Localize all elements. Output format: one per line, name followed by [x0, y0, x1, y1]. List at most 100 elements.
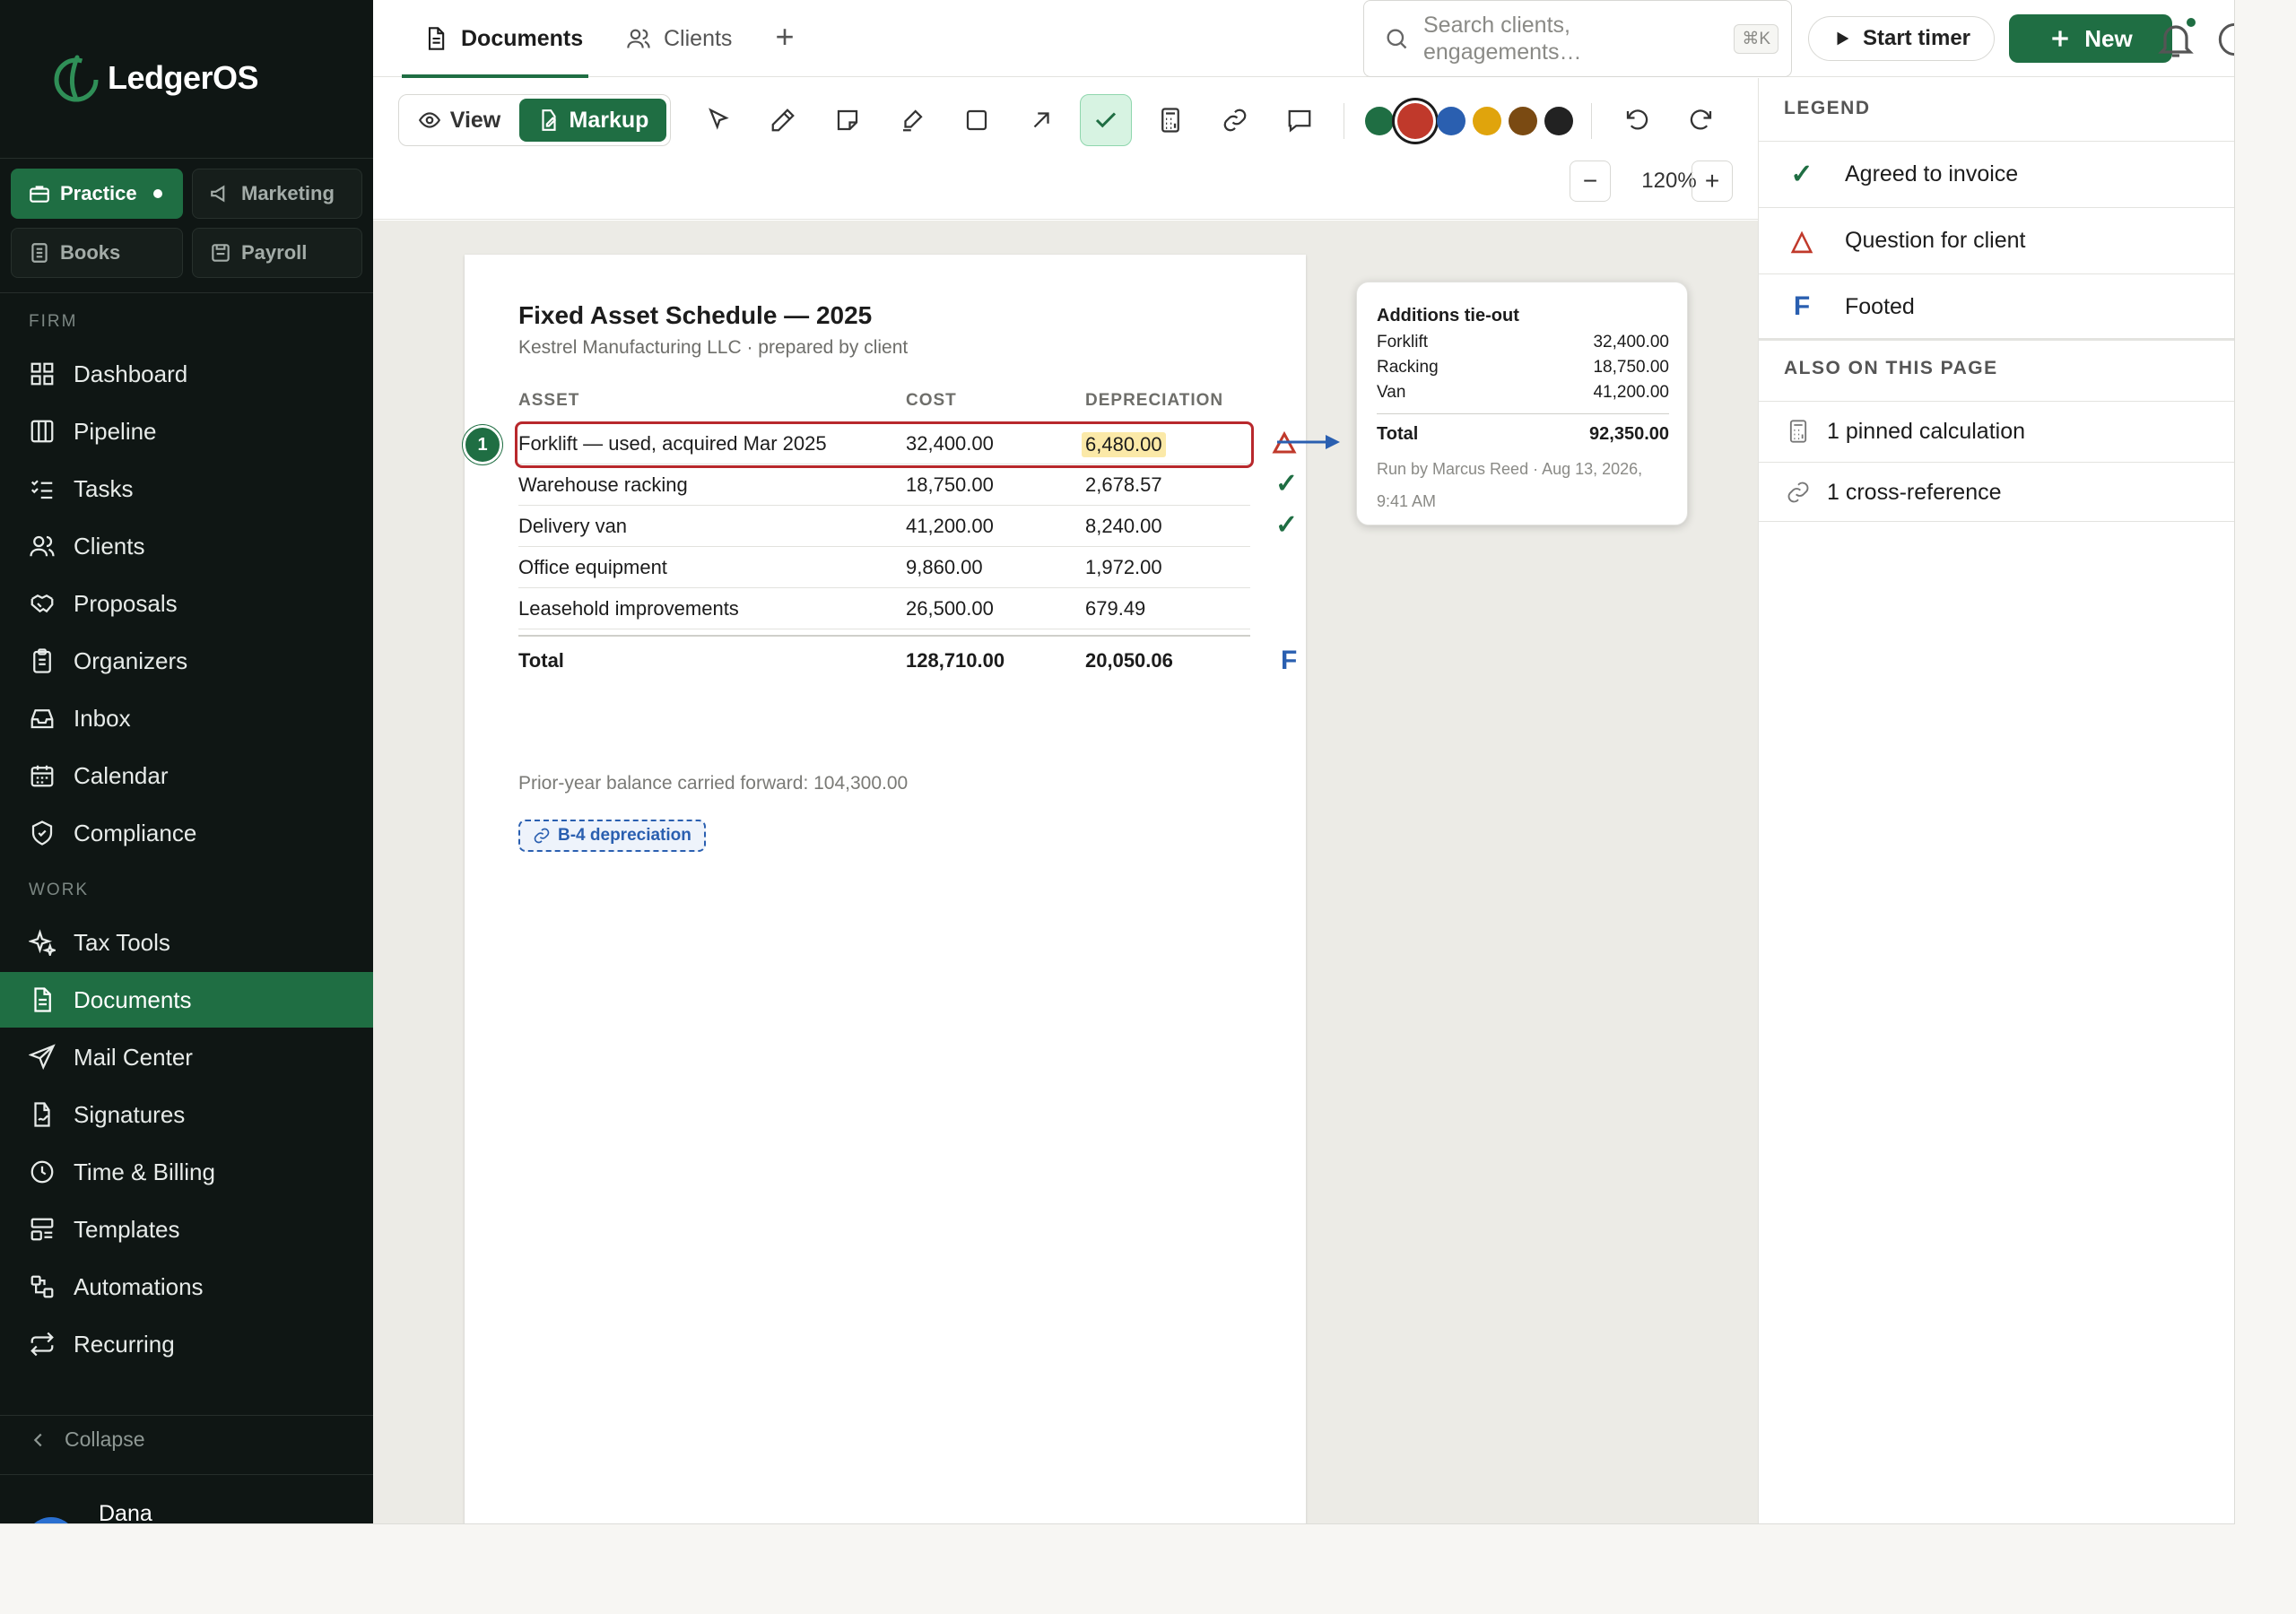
tickmark-check[interactable]: ✓	[1275, 468, 1298, 499]
payroll-icon	[212, 244, 230, 262]
sidebar-item-templates[interactable]: Templates	[0, 1202, 373, 1257]
highlighter-tool[interactable]	[886, 94, 938, 146]
arrow-annotation[interactable]	[1275, 432, 1342, 452]
calc-line-label: Van	[1377, 383, 1406, 402]
document-page[interactable]: Fixed Asset Schedule — 2025 Kestrel Manu…	[463, 255, 1340, 1523]
sidebar-item-compliance[interactable]: Compliance	[0, 805, 373, 861]
calculator-tool[interactable]	[1144, 94, 1196, 146]
sticky-note-icon	[837, 109, 858, 131]
color-swatch-green[interactable]	[1365, 107, 1394, 135]
sidebar-divider	[0, 1415, 373, 1416]
red-rectangle-annotation[interactable]	[515, 421, 1254, 468]
sidebar-item-tasks[interactable]: Tasks	[0, 461, 373, 516]
clipboard-icon	[33, 648, 51, 673]
sidebar-item-label: Mail Center	[74, 1043, 193, 1071]
rectangle-tool[interactable]	[951, 94, 1003, 146]
table-row[interactable]: Leasehold improvements 26,500.00 679.49	[518, 588, 1250, 629]
legend-label: Footed	[1845, 293, 1915, 319]
checklist-icon	[30, 480, 53, 499]
arrow-tool[interactable]	[1015, 94, 1067, 146]
mode-toggle: View Markup	[398, 94, 671, 146]
workspace-practice[interactable]: Practice	[11, 169, 183, 219]
sidebar-item-documents[interactable]: Documents	[0, 972, 373, 1028]
redo-button[interactable]	[1675, 94, 1727, 146]
tickmark-footed[interactable]: F	[1281, 646, 1297, 676]
collapse-sidebar-button[interactable]: Collapse	[29, 1427, 145, 1452]
new-label: New	[2084, 24, 2133, 52]
color-swatch-brown[interactable]	[1509, 107, 1537, 135]
cross-reference-chip[interactable]: B-4 depreciation	[518, 820, 706, 852]
search-input[interactable]: Search clients, engagements… ⌘K	[1363, 0, 1792, 77]
markup-mode-button[interactable]: Markup	[519, 99, 666, 142]
document-canvas[interactable]: Fixed Asset Schedule — 2025 Kestrel Manu…	[373, 221, 1758, 1523]
undo-button[interactable]	[1611, 94, 1663, 146]
help-icon[interactable]	[2217, 22, 2235, 57]
pin-badge[interactable]: 1	[463, 425, 502, 464]
search-icon	[1387, 29, 1407, 49]
sidebar-item-calendar[interactable]: Calendar	[0, 748, 373, 803]
sidebar-item-label: Dashboard	[74, 360, 188, 387]
sidebar-item-time-billing[interactable]: Time & Billing	[0, 1144, 373, 1200]
sidebar-item-organizers[interactable]: Organizers	[0, 633, 373, 689]
sidebar-item-signatures[interactable]: Signatures	[0, 1087, 373, 1142]
calculator-icon	[1789, 420, 1807, 443]
tickmark-tool[interactable]	[1080, 94, 1132, 146]
color-swatch-yellow[interactable]	[1473, 107, 1501, 135]
legend-item-agreed[interactable]: ✓ Agreed to invoice	[1759, 142, 2234, 206]
legend-item-question[interactable]: △ Question for client	[1759, 208, 2234, 273]
also-item-label: 1 cross-reference	[1827, 479, 2002, 505]
sticky-note-tool[interactable]	[822, 94, 874, 146]
sidebar-item-recurring[interactable]: Recurring	[0, 1316, 373, 1372]
color-swatch-blue[interactable]	[1437, 107, 1465, 135]
pinned-calculation-link[interactable]: 1 pinned calculation	[1759, 402, 2234, 461]
zoom-in-button[interactable]: +	[1692, 161, 1733, 202]
tickmark-check[interactable]: ✓	[1275, 509, 1298, 541]
sidebar-item-dashboard[interactable]: Dashboard	[0, 346, 373, 402]
tab-clients[interactable]: Clients	[626, 0, 732, 77]
pinned-calculation-card[interactable]: Additions tie-out Forklift 32,400.00 Rac…	[1356, 282, 1688, 525]
sidebar-item-mail-center[interactable]: Mail Center	[0, 1029, 373, 1085]
table-row[interactable]: Office equipment 9,860.00 1,972.00	[518, 547, 1250, 588]
color-swatch-red[interactable]	[1397, 103, 1433, 139]
select-tool[interactable]	[692, 94, 744, 146]
link-tool[interactable]	[1209, 94, 1261, 146]
zoom-out-button[interactable]: −	[1570, 161, 1611, 202]
app-window: LedgerOS Practice Marketing Books Payrol…	[0, 0, 2235, 1524]
calc-line-value: 18,750.00	[1593, 358, 1669, 377]
tab-documents[interactable]: Documents	[402, 0, 588, 78]
cross-reference-link[interactable]: 1 cross-reference	[1759, 463, 2234, 522]
user-menu[interactable]: Dana	[25, 1501, 152, 1523]
comment-tool[interactable]	[1274, 94, 1326, 146]
triangle-icon: △	[1791, 225, 1813, 256]
color-swatch-black[interactable]	[1544, 107, 1573, 135]
sidebar-item-clients[interactable]: Clients	[0, 518, 373, 574]
repeat-icon	[30, 1332, 54, 1357]
play-icon	[1837, 31, 1849, 46]
sidebar-item-proposals[interactable]: Proposals	[0, 576, 373, 631]
table-row[interactable]: Warehouse racking 18,750.00 2,678.57	[518, 464, 1250, 506]
sidebar-item-label: Automations	[74, 1272, 204, 1300]
workspace-marketing[interactable]: Marketing	[192, 169, 362, 219]
sidebar-item-tax-tools[interactable]: Tax Tools	[0, 915, 373, 970]
add-tab-button[interactable]: +	[768, 21, 802, 56]
legend-item-footed[interactable]: F Footed	[1759, 274, 2234, 339]
new-button[interactable]: New	[2009, 14, 2172, 63]
start-timer-button[interactable]: Start timer	[1808, 16, 1995, 61]
tab-label: Documents	[461, 25, 584, 51]
comment-icon	[1288, 109, 1311, 133]
legend-panel: LEGEND ✓ Agreed to invoice △ Question fo…	[1758, 78, 2234, 1523]
cross-reference-label: B-4 depreciation	[558, 826, 691, 845]
table-row[interactable]: Delivery van 41,200.00 8,240.00	[518, 506, 1250, 547]
sidebar-item-inbox[interactable]: Inbox	[0, 690, 373, 746]
calc-divider	[1377, 413, 1669, 414]
depreciation-cell: 1,972.00	[1085, 556, 1162, 578]
total-row[interactable]: Total 128,710.00 20,050.06	[518, 635, 1250, 681]
pen-tool[interactable]	[757, 94, 809, 146]
workspace-payroll[interactable]: Payroll	[192, 228, 362, 278]
workspace-books[interactable]: Books	[11, 228, 183, 278]
sidebar-item-pipeline[interactable]: Pipeline	[0, 404, 373, 459]
view-mode-button[interactable]: View	[403, 99, 516, 142]
sidebar-item-automations[interactable]: Automations	[0, 1259, 373, 1315]
legend-heading: LEGEND	[1784, 98, 1871, 118]
app-logo[interactable]: LedgerOS	[50, 52, 259, 104]
